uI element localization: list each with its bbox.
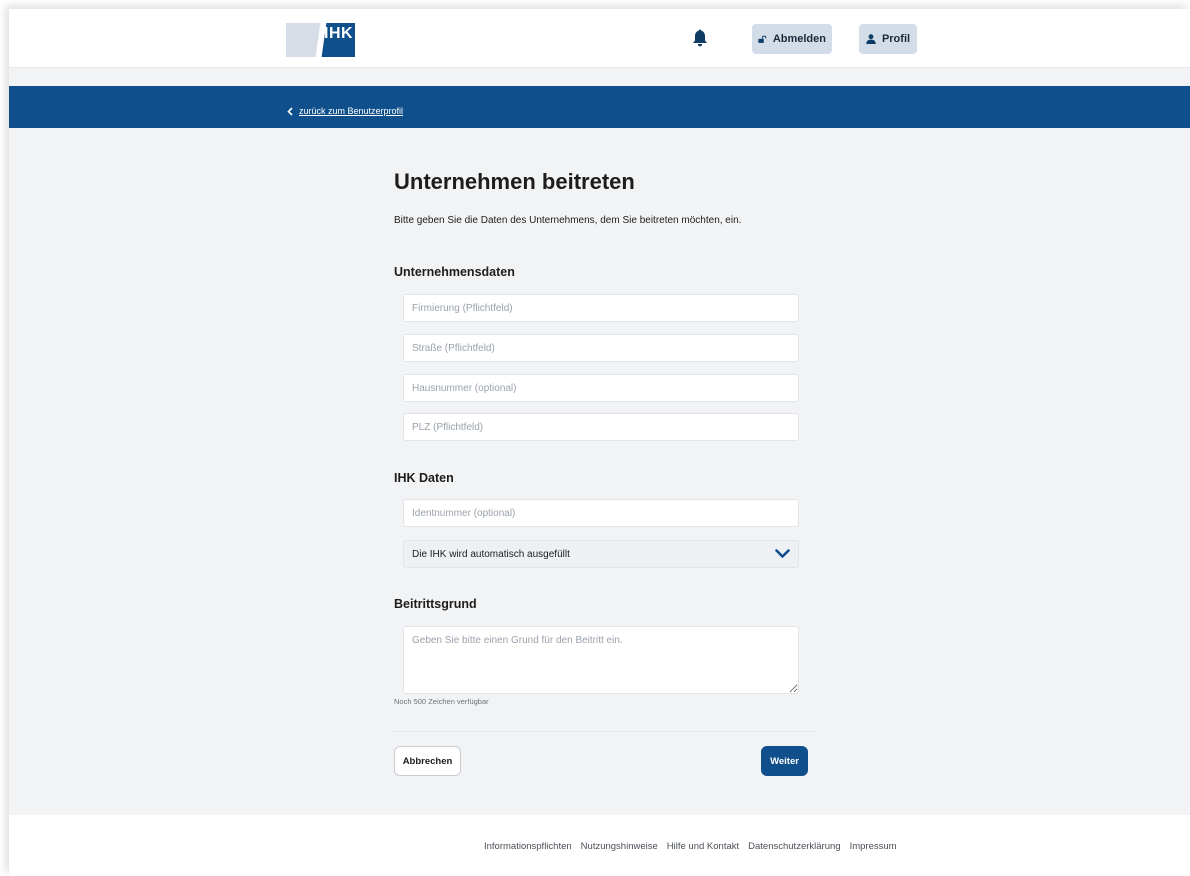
reason-section-title: Beitrittsgrund xyxy=(394,597,477,611)
street-input[interactable] xyxy=(403,334,799,362)
firm-name-input[interactable] xyxy=(403,294,799,322)
page-title: Unternehmen beitreten xyxy=(394,169,635,194)
header: IHK Abmelden Profil xyxy=(9,9,1190,68)
company-section-title: Unternehmensdaten xyxy=(394,265,515,279)
zip-input[interactable] xyxy=(403,413,799,441)
form-divider xyxy=(394,731,814,732)
profile-label: Profil xyxy=(881,33,911,45)
cancel-button[interactable]: Abbrechen xyxy=(394,746,461,776)
ihk-section-title: IHK Daten xyxy=(394,471,454,485)
logout-label: Abmelden xyxy=(772,33,826,45)
page-frame: IHK Abmelden Profil zurück zum Benutzerp… xyxy=(9,9,1190,876)
profile-button[interactable]: Profil xyxy=(859,24,917,54)
bell-icon[interactable] xyxy=(692,29,708,47)
chevron-down-icon xyxy=(775,549,790,558)
chevron-left-icon xyxy=(287,106,293,116)
intro-text: Bitte geben Sie die Daten des Unternehme… xyxy=(394,215,742,226)
footer-link-information-duties[interactable]: Informationspflichten xyxy=(484,841,572,852)
footer: Informationspflichten Nutzungshinweise H… xyxy=(9,815,1190,876)
ident-number-input[interactable] xyxy=(403,499,799,527)
house-number-input[interactable] xyxy=(403,374,799,402)
next-button[interactable]: Weiter xyxy=(761,746,808,776)
user-icon xyxy=(866,34,876,44)
footer-link-help-contact[interactable]: Hilfe und Kontakt xyxy=(667,841,739,852)
char-counter: Noch 500 Zeichen verfügbar xyxy=(394,697,489,706)
footer-link-privacy[interactable]: Datenschutzerklärung xyxy=(748,841,840,852)
logo-text: IHK xyxy=(324,25,354,42)
ihk-logo[interactable]: IHK xyxy=(286,23,355,57)
back-link-label: zurück zum Benutzerprofil xyxy=(299,106,404,116)
footer-link-usage-notes[interactable]: Nutzungshinweise xyxy=(581,841,658,852)
footer-link-imprint[interactable]: Impressum xyxy=(850,841,897,852)
back-to-profile-link[interactable]: zurück zum Benutzerprofil xyxy=(287,106,403,116)
logout-button[interactable]: Abmelden xyxy=(752,24,832,54)
ihk-select-value: Die IHK wird automatisch ausgefüllt xyxy=(412,548,570,560)
ihk-select[interactable]: Die IHK wird automatisch ausgefüllt xyxy=(403,540,799,568)
footer-links: Informationspflichten Nutzungshinweise H… xyxy=(484,841,897,852)
reason-textarea[interactable] xyxy=(403,626,799,694)
nav-band: zurück zum Benutzerprofil xyxy=(9,86,1190,128)
unlock-icon xyxy=(758,35,767,43)
